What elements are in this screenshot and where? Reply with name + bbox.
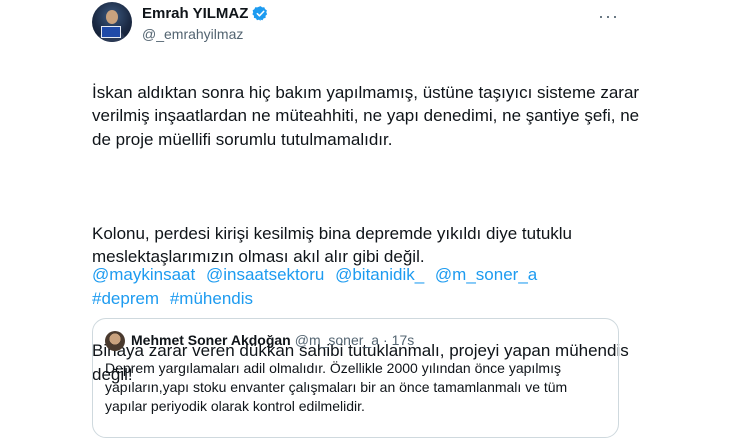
more-options-icon[interactable]: ··· [598,6,619,27]
avatar-face [106,10,118,24]
author-name[interactable]: Emrah YILMAZ [142,5,248,22]
hashtags-row: #deprem #mühendis [92,287,543,311]
author-avatar[interactable] [92,2,132,42]
verified-badge-icon [252,6,268,21]
tweet-paragraph-1: İskan aldıktan sonra hiç bakım yapılmamı… [92,82,640,149]
quote-separator: · [383,332,388,348]
mention-link[interactable]: @bitanidik_ [335,265,424,284]
mentions-row: @maykinsaat @insaatsektoru @bitanidik_ @… [92,263,543,287]
tweet-paragraph-2: Kolonu, perdesi kirişi kesilmiş bina dep… [92,223,573,267]
quote-author-name[interactable]: Mehmet Soner Akdoğan [131,332,291,348]
hashtag-link[interactable]: #mühendis [170,289,253,308]
avatar-logo [101,26,121,38]
quote-timestamp[interactable]: 17s [392,332,415,348]
quote-header: Mehmet Soner Akdoğan @m_soner_a · 17s [131,332,414,348]
quote-text: Deprem yargılamaları adil olmalıdır. Öze… [105,360,568,414]
mention-link[interactable]: @maykinsaat [92,265,195,284]
quote-author-avatar[interactable] [105,331,125,351]
mention-link[interactable]: @m_soner_a [435,265,537,284]
mention-link[interactable]: @insaatsektoru [206,265,324,284]
quote-author-handle[interactable]: @m_soner_a [295,332,379,348]
tweet: Emrah YILMAZ @_emrahyilmaz ··· İskan ald… [0,0,730,438]
author-handle[interactable]: @_emrahyilmaz [142,26,243,42]
quoted-tweet[interactable]: Mehmet Soner Akdoğan @m_soner_a · 17s De… [92,318,619,438]
tweet-links: @maykinsaat @insaatsektoru @bitanidik_ @… [92,263,543,310]
author-name-row: Emrah YILMAZ [142,5,269,22]
hashtag-link[interactable]: #deprem [92,289,159,308]
